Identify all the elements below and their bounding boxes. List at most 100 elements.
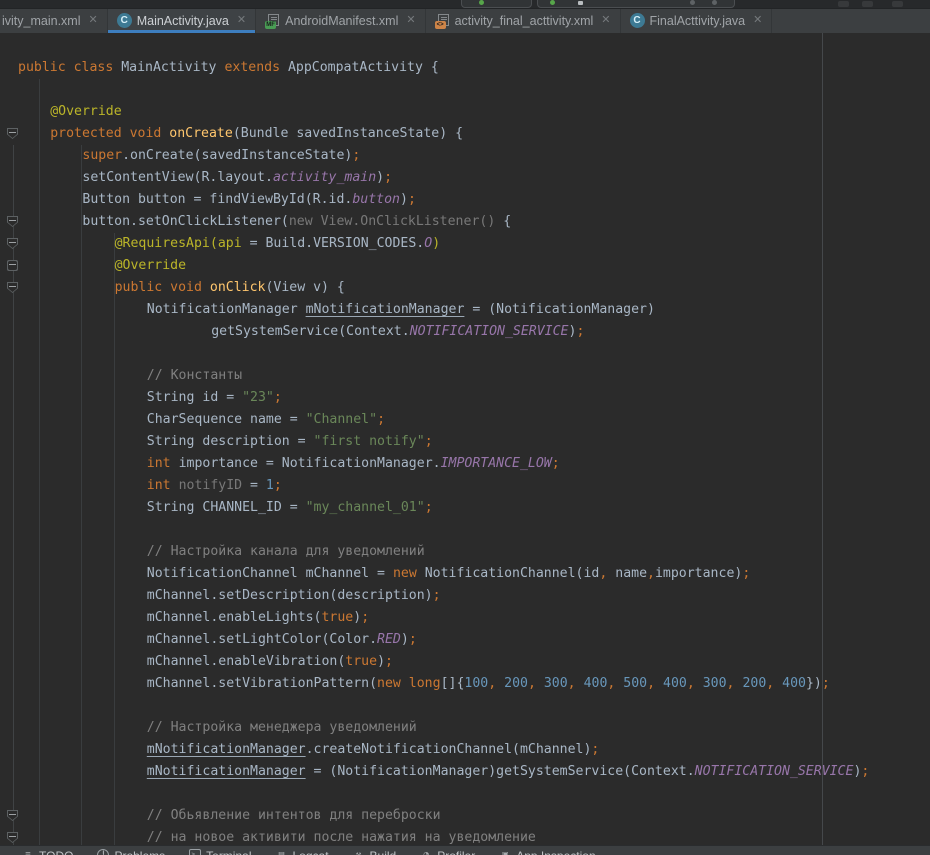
code-token: button.setOnClickListener( bbox=[82, 214, 288, 229]
code-line[interactable]: // Обьявление интентов для переброски bbox=[0, 805, 930, 827]
code-token: api bbox=[218, 236, 250, 251]
code-line[interactable]: // на новое активити после нажатия на ув… bbox=[0, 827, 930, 845]
code-token: NOTIFICATION_SERVICE bbox=[410, 324, 569, 339]
code-token: mChannel.setVibrationPattern( bbox=[147, 676, 377, 691]
code-line[interactable]: // Настройка менеджера уведомлений bbox=[0, 717, 930, 739]
code-line[interactable]: Button button = findViewById(R.id.button… bbox=[0, 189, 930, 211]
code-line[interactable] bbox=[0, 519, 930, 541]
code-token: ; bbox=[822, 676, 830, 691]
code-line[interactable]: int notifyID = 1; bbox=[0, 475, 930, 497]
code-token: NotificationChannel(id bbox=[425, 566, 600, 581]
toolbar-icon[interactable] bbox=[862, 1, 873, 7]
code-token: { bbox=[503, 214, 511, 229]
code-token: @Override bbox=[50, 104, 121, 119]
code-line[interactable]: public void onClick(View v) { bbox=[0, 277, 930, 299]
tool-window-button-TODO[interactable]: ≡TODO bbox=[22, 849, 73, 855]
code-fold-icon[interactable] bbox=[7, 832, 18, 843]
device-selector-widget[interactable] bbox=[537, 0, 735, 8]
code-fold-icon[interactable] bbox=[7, 216, 18, 227]
code-token: ; bbox=[352, 148, 360, 163]
tool-window-button-Terminal[interactable]: >_Terminal bbox=[189, 849, 251, 855]
code-editor[interactable]: public class MainActivity extends AppCom… bbox=[0, 33, 930, 845]
code-line[interactable]: mChannel.setLightColor(Color.RED); bbox=[0, 629, 930, 651]
code-line[interactable]: mChannel.enableLights(true); bbox=[0, 607, 930, 629]
editor-tab-ivity_main.xml[interactable]: ivity_main.xml✕ bbox=[0, 8, 108, 33]
code-area[interactable]: public class MainActivity extends AppCom… bbox=[0, 35, 930, 845]
code-line[interactable]: super.onCreate(savedInstanceState); bbox=[0, 145, 930, 167]
code-line[interactable] bbox=[0, 343, 930, 365]
code-line[interactable]: String description = "first notify"; bbox=[0, 431, 930, 453]
editor-tab-AndroidManifest.xml[interactable]: MFAndroidManifest.xml✕ bbox=[256, 8, 425, 33]
editor-tab-MainActivity.java[interactable]: CMainActivity.java✕ bbox=[108, 8, 256, 33]
code-line[interactable]: mNotificationManager = (NotificationMana… bbox=[0, 761, 930, 783]
code-line[interactable] bbox=[0, 783, 930, 805]
code-line[interactable]: getSystemService(Context.NOTIFICATION_SE… bbox=[0, 321, 930, 343]
close-tab-icon[interactable]: ✕ bbox=[89, 15, 98, 26]
manifest-file-icon: MF bbox=[265, 13, 280, 29]
run-icon[interactable] bbox=[550, 0, 555, 5]
run-icon[interactable] bbox=[479, 0, 484, 5]
code-token: RED bbox=[377, 632, 401, 647]
code-token: ; bbox=[361, 610, 369, 625]
code-token: extends bbox=[224, 60, 288, 75]
code-token: // Настройка менеджера уведомлений bbox=[147, 720, 417, 735]
code-line[interactable]: @Override bbox=[0, 101, 930, 123]
tool-window-bar: ≡TODO !Problems >_Terminal ▤Logcat ⚒Build ◔Pr… bbox=[0, 845, 930, 855]
run-configuration-widget[interactable] bbox=[461, 0, 532, 8]
code-fold-icon[interactable] bbox=[7, 810, 18, 821]
code-line[interactable]: protected void onCreate(Bundle savedInst… bbox=[0, 123, 930, 145]
tool-window-button-Logcat[interactable]: ▤Logcat bbox=[276, 849, 329, 855]
code-token: , bbox=[528, 676, 536, 691]
code-line[interactable]: // Константы bbox=[0, 365, 930, 387]
code-line[interactable]: NotificationManager mNotificationManager… bbox=[0, 299, 930, 321]
toolbar-icon[interactable] bbox=[838, 1, 849, 7]
editor-tab-activity_final_acttivity.xml[interactable]: <>activity_final_acttivity.xml✕ bbox=[426, 8, 621, 33]
close-tab-icon[interactable]: ✕ bbox=[237, 15, 246, 26]
code-line[interactable] bbox=[0, 79, 930, 101]
java-class-icon: C bbox=[630, 13, 645, 28]
code-line[interactable]: @Override bbox=[0, 255, 930, 277]
tool-window-button-App Inspection[interactable]: ▣App Inspection bbox=[499, 849, 595, 855]
code-line[interactable]: mChannel.enableVibration(true); bbox=[0, 651, 930, 673]
code-line[interactable] bbox=[0, 35, 930, 57]
code-line[interactable]: @RequiresApi(api = Build.VERSION_CODES.O… bbox=[0, 233, 930, 255]
code-token: new bbox=[393, 566, 425, 581]
code-fold-icon[interactable] bbox=[7, 128, 18, 139]
code-line[interactable]: public class MainActivity extends AppCom… bbox=[0, 57, 930, 79]
tool-window-button-Profiler[interactable]: ◔Profiler bbox=[420, 849, 475, 855]
code-token: = Build.VERSION_CODES. bbox=[250, 236, 425, 251]
code-line[interactable]: button.setOnClickListener(new View.OnCli… bbox=[0, 211, 930, 233]
code-line[interactable]: mChannel.setVibrationPattern(new long[]{… bbox=[0, 673, 930, 695]
code-line[interactable]: CharSequence name = "Channel"; bbox=[0, 409, 930, 431]
code-token: activity_main bbox=[273, 170, 376, 185]
toolbar-icon[interactable] bbox=[892, 1, 903, 7]
code-line[interactable]: String id = "23"; bbox=[0, 387, 930, 409]
terminal-icon: >_ bbox=[189, 849, 201, 855]
code-line[interactable]: String CHANNEL_ID = "my_channel_01"; bbox=[0, 497, 930, 519]
code-line[interactable]: setContentView(R.layout.activity_main); bbox=[0, 167, 930, 189]
code-line[interactable]: mChannel.setDescription(description); bbox=[0, 585, 930, 607]
code-token: super bbox=[82, 148, 122, 163]
editor-tab-bar: ivity_main.xml✕CMainActivity.java✕MFAndr… bbox=[0, 8, 930, 33]
code-token: new long bbox=[377, 676, 441, 691]
tab-label: FinalActtivity.java bbox=[650, 14, 746, 28]
code-token: mNotificationManager bbox=[306, 302, 465, 317]
code-line[interactable] bbox=[0, 695, 930, 717]
code-line[interactable]: // Настройка канала для уведомлений bbox=[0, 541, 930, 563]
code-line[interactable]: mNotificationManager.createNotificationC… bbox=[0, 739, 930, 761]
close-tab-icon[interactable]: ✕ bbox=[406, 15, 415, 26]
app-inspection-icon: ▣ bbox=[499, 849, 511, 855]
toolbar-glyph bbox=[578, 1, 583, 5]
code-line[interactable]: int importance = NotificationManager.IMP… bbox=[0, 453, 930, 475]
code-fold-icon[interactable] bbox=[7, 238, 18, 249]
close-tab-icon[interactable]: ✕ bbox=[753, 15, 762, 26]
code-line[interactable]: NotificationChannel mChannel = new Notif… bbox=[0, 563, 930, 585]
close-tab-icon[interactable]: ✕ bbox=[601, 15, 610, 26]
code-fold-icon[interactable] bbox=[7, 282, 18, 293]
code-token: @Override bbox=[115, 258, 186, 273]
tool-window-button-Build[interactable]: ⚒Build bbox=[353, 849, 397, 855]
editor-tab-FinalActtivity.java[interactable]: C FinalActtivity.java ✕ bbox=[621, 8, 773, 33]
code-token: = bbox=[250, 478, 266, 493]
code-fold-icon[interactable] bbox=[7, 260, 18, 271]
tool-window-button-Problems[interactable]: !Problems bbox=[97, 849, 165, 855]
